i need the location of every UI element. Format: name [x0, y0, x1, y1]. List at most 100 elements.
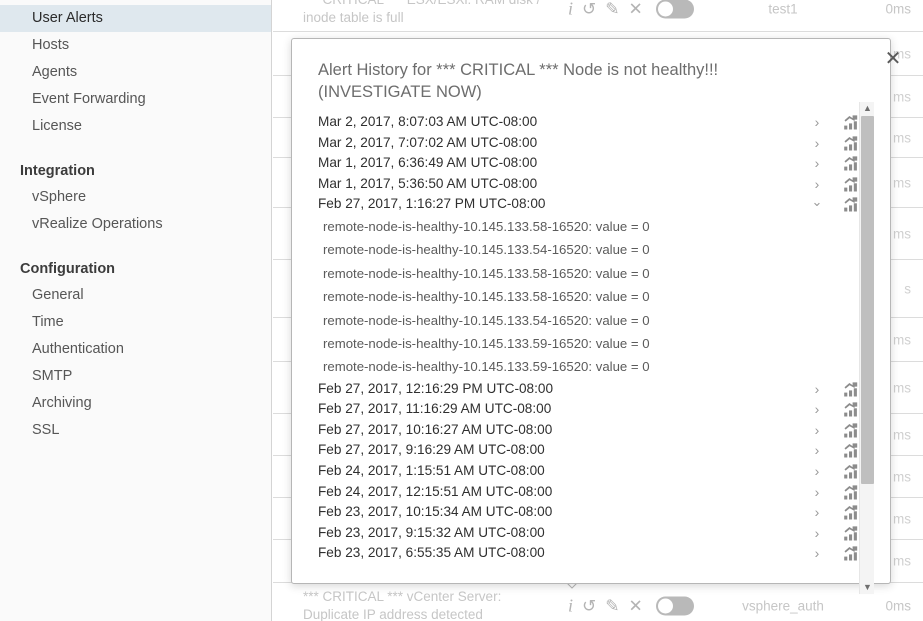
- chevron-right-icon[interactable]: ›: [810, 112, 824, 133]
- row-duration: 0ms: [885, 1, 911, 16]
- history-icon[interactable]: ↺: [582, 0, 596, 17]
- chevron-right-icon[interactable]: ›: [810, 379, 824, 400]
- sidebar-item-event-forwarding[interactable]: Event Forwarding: [0, 86, 271, 113]
- enable-toggle[interactable]: [655, 0, 694, 18]
- edit-icon[interactable]: ✎: [605, 0, 619, 17]
- history-entry[interactable]: Feb 23, 2017, 10:15:34 AM UTC-08:00 ›: [292, 502, 892, 523]
- row-user: vsphere_auth: [742, 598, 824, 613]
- toggle-knob: [657, 598, 673, 613]
- row-duration: ms: [893, 89, 911, 104]
- edit-icon[interactable]: ✎: [605, 597, 619, 614]
- alert-title: *** CRITICAL *** vCenter Server: Duplica…: [303, 588, 502, 621]
- chevron-right-icon[interactable]: ›: [810, 399, 824, 420]
- chart-icon[interactable]: [843, 135, 859, 151]
- row-duration: ms: [893, 226, 911, 241]
- row-duration: ms: [893, 469, 911, 484]
- chart-icon[interactable]: [843, 423, 859, 438]
- table-row[interactable]: *** CRITICAL *** ESX/ESXi: RAM disk / in…: [273, 0, 923, 32]
- sidebar-item-user-alerts[interactable]: User Alerts: [0, 5, 271, 32]
- sidebar-item-license[interactable]: License: [0, 113, 271, 140]
- scroll-up-arrow-icon[interactable]: ▲: [860, 102, 875, 115]
- sidebar-item-archiving[interactable]: Archiving: [0, 390, 271, 417]
- chart-icon[interactable]: [843, 115, 859, 130]
- row-actions: i ↺ ✎ ✕: [568, 0, 694, 18]
- sidebar-item-hosts[interactable]: Hosts: [0, 32, 271, 59]
- history-entry[interactable]: Feb 27, 2017, 1:16:27 PM UTC-08:00 ⌄: [292, 194, 892, 215]
- chart-icon[interactable]: [843, 443, 859, 458]
- table-row[interactable]: *** CRITICAL *** vCenter Server: Duplica…: [273, 583, 923, 621]
- row-duration: ms: [893, 553, 911, 569]
- chevron-right-icon[interactable]: ›: [810, 420, 824, 441]
- row-actions: i ↺ ✎ ✕: [568, 596, 694, 615]
- enable-toggle[interactable]: [655, 596, 694, 615]
- chevron-right-icon[interactable]: ›: [810, 543, 824, 564]
- chevron-right-icon[interactable]: ›: [810, 174, 824, 195]
- history-icon[interactable]: ↺: [582, 597, 596, 614]
- chevron-right-icon[interactable]: ›: [810, 133, 824, 154]
- chart-icon[interactable]: [843, 402, 859, 417]
- history-detail: remote-node-is-healthy-10.145.133.58-165…: [323, 218, 650, 234]
- history-entry[interactable]: Feb 23, 2017, 9:15:32 AM UTC-08:00 ›: [292, 523, 892, 544]
- sidebar-item-vsphere[interactable]: vSphere: [0, 184, 271, 211]
- sidebar-item-ssl[interactable]: SSL: [0, 417, 271, 444]
- delete-icon[interactable]: ✕: [629, 0, 643, 17]
- sidebar-section-configuration: Configuration: [20, 261, 116, 277]
- delete-icon[interactable]: ✕: [629, 597, 643, 614]
- sidebar-item-time[interactable]: Time: [0, 309, 271, 336]
- alert-title: *** CRITICAL *** ESX/ESXi: RAM disk / in…: [303, 0, 540, 25]
- chart-icon[interactable]: [843, 505, 859, 520]
- history-entry[interactable]: Mar 1, 2017, 5:36:50 AM UTC-08:00 ›: [292, 174, 892, 195]
- row-duration: ms: [893, 511, 911, 526]
- toggle-knob: [657, 1, 673, 16]
- chevron-right-icon[interactable]: ›: [810, 153, 824, 174]
- alert-history-dialog: ✕ Alert History for *** CRITICAL *** Nod…: [291, 38, 901, 594]
- history-entry[interactable]: Feb 24, 2017, 12:15:51 AM UTC-08:00 ›: [292, 482, 892, 503]
- scrollbar-thumb[interactable]: [861, 116, 874, 484]
- sidebar-item-agents[interactable]: Agents: [0, 59, 271, 86]
- sidebar-item-authentication[interactable]: Authentication: [0, 336, 271, 363]
- chart-icon[interactable]: [843, 526, 859, 541]
- row-duration: s: [904, 281, 911, 296]
- info-icon[interactable]: i: [568, 597, 573, 615]
- history-entry[interactable]: Mar 2, 2017, 7:07:02 AM UTC-08:00 ›: [292, 133, 892, 154]
- chart-icon[interactable]: [843, 464, 859, 479]
- chart-icon[interactable]: [843, 156, 859, 171]
- history-detail: remote-node-is-healthy-10.145.133.59-165…: [323, 335, 650, 351]
- chevron-right-icon[interactable]: ›: [810, 440, 824, 461]
- row-duration: ms: [893, 427, 911, 442]
- chart-icon[interactable]: [843, 382, 859, 397]
- row-user: test1: [768, 1, 798, 16]
- history-detail: remote-node-is-healthy-10.145.133.54-165…: [323, 242, 650, 258]
- history-entry[interactable]: Feb 27, 2017, 12:16:29 PM UTC-08:00 ›: [292, 379, 892, 400]
- chevron-right-icon[interactable]: ›: [810, 502, 824, 523]
- chevron-down-icon[interactable]: ⌄: [810, 194, 824, 209]
- chevron-right-icon[interactable]: ›: [810, 461, 824, 482]
- close-icon[interactable]: ✕: [882, 49, 904, 71]
- dialog-scrollbar[interactable]: ▲ ▼: [859, 102, 874, 594]
- alert-history-list[interactable]: Mar 2, 2017, 8:07:03 AM UTC-08:00 › Mar 2,…: [292, 112, 892, 584]
- chart-icon[interactable]: [843, 546, 859, 561]
- history-entry[interactable]: Mar 2, 2017, 8:07:03 AM UTC-08:00 ›: [292, 112, 892, 133]
- history-entry[interactable]: Mar 1, 2017, 6:36:49 AM UTC-08:00 ›: [292, 153, 892, 174]
- chevron-right-icon[interactable]: ›: [810, 482, 824, 503]
- chart-icon[interactable]: [843, 197, 859, 212]
- history-entry[interactable]: Feb 23, 2017, 6:55:35 AM UTC-08:00 ›: [292, 543, 892, 564]
- history-entry[interactable]: Feb 27, 2017, 9:16:29 AM UTC-08:00 ›: [292, 440, 892, 461]
- row-duration: 0ms: [885, 598, 911, 613]
- info-icon[interactable]: i: [568, 0, 573, 18]
- sidebar-item-vrealize-operations[interactable]: vRealize Operations: [0, 211, 271, 238]
- history-entry[interactable]: Feb 24, 2017, 1:15:51 AM UTC-08:00 ›: [292, 461, 892, 482]
- row-duration: ms: [893, 332, 911, 347]
- history-detail: remote-node-is-healthy-10.145.133.54-165…: [323, 312, 650, 328]
- chevron-right-icon[interactable]: ›: [810, 523, 824, 544]
- history-entry[interactable]: Feb 27, 2017, 10:16:27 AM UTC-08:00 ›: [292, 420, 892, 441]
- scroll-down-arrow-icon[interactable]: ▼: [860, 581, 875, 594]
- sidebar-item-smtp[interactable]: SMTP: [0, 363, 271, 390]
- chart-icon[interactable]: [843, 177, 859, 192]
- app-root: User Alerts Hosts Agents Event Forwarding Li…: [0, 0, 923, 621]
- history-entry[interactable]: Feb 27, 2017, 11:16:29 AM UTC-08:00 ›: [292, 399, 892, 420]
- chart-icon[interactable]: [843, 485, 859, 500]
- sidebar-item-general[interactable]: General: [0, 282, 271, 309]
